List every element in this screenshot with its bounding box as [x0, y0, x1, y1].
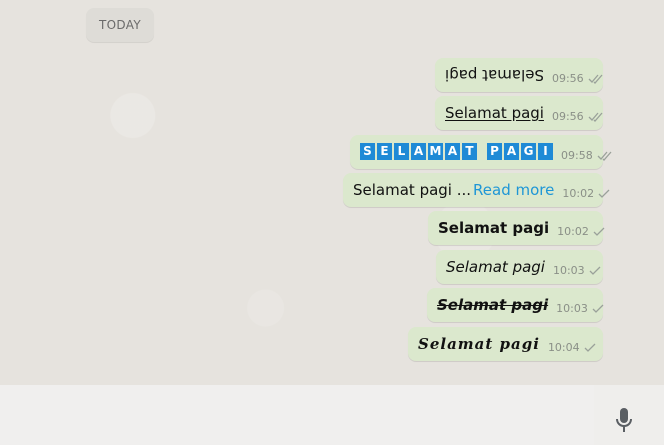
boxed-letter: I	[538, 143, 553, 160]
message-time: 09:56	[551, 110, 584, 123]
microphone-button[interactable]	[606, 405, 642, 441]
message-text: Selamat pagi	[437, 296, 549, 314]
message-meta: 10:03	[556, 302, 604, 315]
message-meta: 09:58	[561, 149, 613, 162]
check-icon	[593, 227, 605, 237]
boxed-letter: A	[504, 143, 519, 160]
message-bubble[interactable]: Selamat pagi 10:02	[428, 211, 605, 245]
message-time: 10:02	[562, 187, 595, 200]
date-divider-label: TODAY	[99, 18, 141, 32]
boxed-letter: G	[521, 143, 536, 160]
message-time: 10:03	[552, 264, 585, 277]
check-icon	[584, 343, 596, 353]
double-check-icon	[588, 112, 604, 122]
message-bubble[interactable]: Selamat pagi 09:56	[435, 58, 603, 92]
message-bubble[interactable]: Selamat pagi ... Read more 10:02	[343, 173, 610, 207]
message-meta: 10:02	[557, 225, 605, 238]
message-text: Selamat pagi	[446, 258, 545, 276]
message-text: Selamat pagi	[445, 104, 544, 122]
boxed-letter: S	[360, 143, 375, 160]
boxed-letter: A	[411, 143, 426, 160]
microphone-icon	[614, 407, 634, 439]
message-bubble[interactable]: Selamat pagi 10:04	[408, 327, 603, 361]
date-divider: TODAY	[86, 8, 154, 42]
read-more-link[interactable]: Read more	[473, 181, 554, 199]
double-check-icon	[597, 151, 613, 161]
message-time: 09:56	[551, 72, 584, 85]
message-bubble[interactable]: Selamat pagi 10:03	[436, 250, 603, 284]
message-input[interactable]	[0, 385, 594, 445]
message-bubble[interactable]: Selamat pagi 09:56	[435, 96, 603, 130]
message-bubble[interactable]: SELAMATPAGI 09:58	[350, 135, 612, 169]
double-check-icon	[588, 74, 604, 84]
composer-bar	[0, 385, 664, 445]
boxed-letter: A	[445, 143, 460, 160]
check-icon	[598, 189, 610, 199]
message-time: 09:58	[561, 149, 593, 162]
message-text-content: Selamat pagi ...	[353, 181, 472, 199]
message-meta: 09:56	[552, 110, 604, 123]
message-meta: 10:02	[562, 187, 610, 200]
boxed-letter: P	[487, 143, 502, 160]
message-text: Selamat pagi	[418, 335, 540, 353]
message-meta: 09:56	[552, 72, 604, 85]
boxed-letter-gap	[479, 143, 485, 160]
message-time: 10:02	[557, 225, 589, 238]
chat-area: TODAY Selamat pagi 09:56 Selamat pagi 09…	[0, 0, 664, 385]
check-icon	[592, 304, 604, 314]
boxed-letter: T	[462, 143, 477, 160]
message-time: 10:03	[556, 302, 588, 315]
message-text: Selamat pagi	[438, 219, 550, 237]
message-bubble[interactable]: Selamat pagi 10:03	[427, 288, 604, 322]
boxed-letter: E	[377, 143, 392, 160]
boxed-letter: M	[428, 143, 443, 160]
boxed-message-text: SELAMATPAGI	[360, 143, 553, 160]
message-meta: 10:03	[553, 264, 601, 277]
message-text: Selamat pagi	[445, 66, 544, 84]
check-icon	[589, 266, 601, 276]
message-meta: 10:04	[548, 341, 596, 354]
message-time: 10:04	[547, 341, 580, 354]
boxed-letter: L	[394, 143, 409, 160]
message-text: Selamat pagi ... Read more	[353, 179, 554, 201]
